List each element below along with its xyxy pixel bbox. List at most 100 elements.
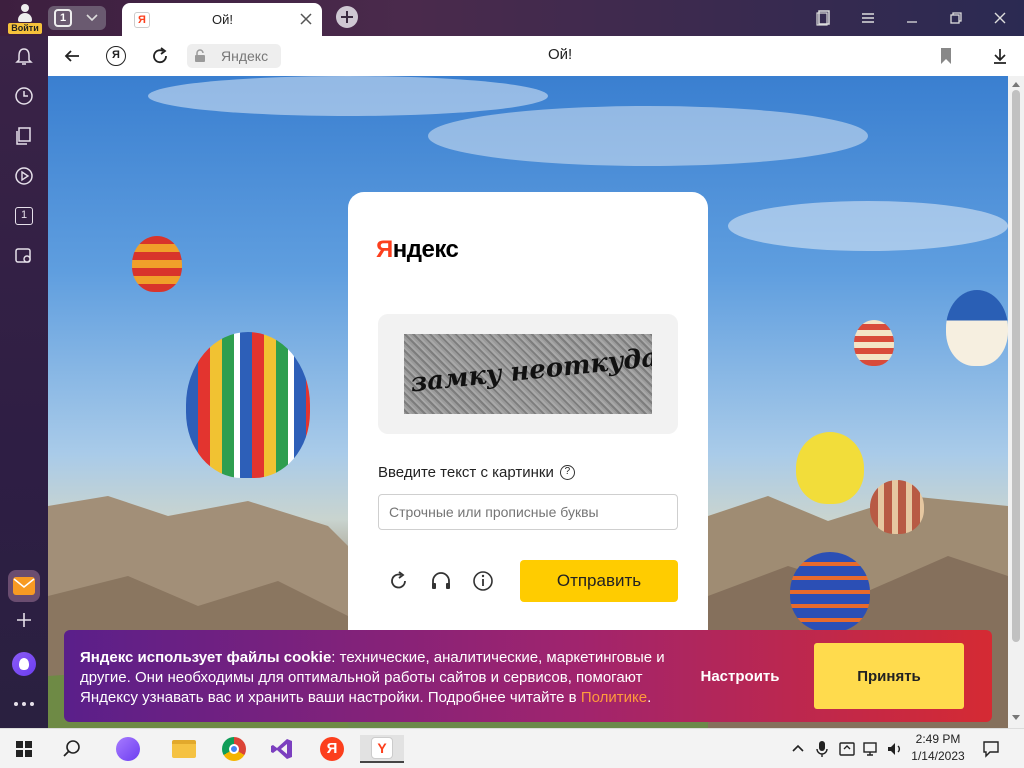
- screen-capture-icon[interactable]: [838, 740, 856, 758]
- balloon-image: [132, 236, 182, 292]
- downloads-button[interactable]: [988, 44, 1012, 68]
- alice-button[interactable]: [8, 648, 40, 680]
- tab-active[interactable]: Я Ой!: [122, 3, 322, 36]
- network-icon[interactable]: [862, 740, 880, 758]
- download-icon: [994, 49, 1006, 64]
- bell-icon: [15, 48, 33, 65]
- cookie-configure-button[interactable]: Настроить: [686, 656, 794, 696]
- plus-icon: [17, 613, 31, 627]
- captcha-input[interactable]: [378, 494, 678, 530]
- collections-button[interactable]: [8, 120, 40, 152]
- profile-label: Войти: [8, 23, 42, 34]
- start-button[interactable]: [10, 735, 38, 763]
- cookie-policy-link[interactable]: Политике: [581, 689, 647, 706]
- tab-count-badge: 1: [54, 9, 72, 27]
- windows-icon: [16, 741, 32, 757]
- captcha-image-box: замку неоткуда: [378, 314, 678, 434]
- minimize-icon[interactable]: [904, 10, 920, 26]
- alice-task-button[interactable]: [114, 735, 142, 763]
- scroll-up-icon[interactable]: [1011, 80, 1021, 88]
- scroll-down-icon[interactable]: [1011, 714, 1021, 722]
- tray-chevron-up-icon[interactable]: [792, 743, 804, 753]
- audio-captcha-button[interactable]: [430, 570, 452, 592]
- notifications-button[interactable]: [8, 41, 40, 73]
- microphone-icon[interactable]: [816, 740, 828, 758]
- address-chip[interactable]: Яндекс: [187, 44, 281, 68]
- close-tab-icon[interactable]: [300, 13, 312, 25]
- sidebar: 1: [0, 36, 48, 728]
- tab-title: Ой!: [212, 12, 233, 27]
- cookie-text-end: .: [647, 689, 652, 706]
- visual-studio-icon: [271, 739, 292, 759]
- captcha-image: замку неоткуда: [404, 334, 652, 414]
- submit-button[interactable]: Отправить: [520, 560, 678, 602]
- arrow-left-icon: [64, 50, 79, 62]
- chevron-down-icon: [86, 14, 98, 22]
- search-button[interactable]: [58, 735, 86, 763]
- screenshot-icon: [15, 248, 31, 263]
- yandex-app-button[interactable]: Я: [318, 735, 346, 763]
- reload-button[interactable]: [148, 44, 172, 68]
- balloon-image: [854, 320, 894, 366]
- mail-button[interactable]: [8, 570, 40, 602]
- page-title: Ой!: [548, 46, 573, 63]
- bookmarks-panel-icon[interactable]: [816, 10, 832, 26]
- cookie-banner: Яндекс использует файлы cookie: техничес…: [64, 630, 992, 722]
- yandex-logo-text: Яндекс: [376, 236, 459, 263]
- add-service-button[interactable]: [8, 604, 40, 636]
- notification-center-icon[interactable]: [982, 740, 1000, 758]
- bookmark-icon: [941, 48, 951, 64]
- address-text: Яндекс: [221, 48, 269, 64]
- more-button[interactable]: [8, 688, 40, 720]
- video-button[interactable]: [8, 160, 40, 192]
- file-explorer-button[interactable]: [170, 735, 198, 763]
- new-tab-button[interactable]: [336, 6, 358, 28]
- refresh-captcha-button[interactable]: [388, 570, 410, 592]
- yandex-browser-button[interactable]: Y: [360, 735, 404, 763]
- alice-icon: [116, 737, 140, 761]
- tab-counter-button[interactable]: 1: [48, 6, 106, 30]
- toolbar: Я Яндекс Ой!: [48, 36, 1024, 76]
- taskbar: Я Y 2:49 PM 1/14/2023: [0, 728, 1024, 768]
- plus-icon: [341, 11, 353, 23]
- search-icon: [63, 740, 80, 757]
- back-button[interactable]: [60, 44, 84, 68]
- folder-icon: [172, 740, 196, 758]
- scroll-thumb[interactable]: [1012, 90, 1020, 642]
- yandex-home-button[interactable]: Я: [104, 44, 128, 68]
- clock-icon: [15, 87, 33, 105]
- scrollbar[interactable]: [1008, 76, 1024, 728]
- clock-date[interactable]: 1/14/2023: [906, 749, 970, 763]
- yandex-ya-icon: Я: [106, 46, 126, 66]
- info-icon: [473, 571, 493, 591]
- menu-icon[interactable]: [860, 10, 876, 26]
- reload-icon: [153, 47, 167, 64]
- chrome-button[interactable]: [220, 735, 248, 763]
- cookie-accept-button[interactable]: Принять: [814, 643, 964, 709]
- counter-button[interactable]: 1: [8, 200, 40, 232]
- info-button[interactable]: [472, 570, 494, 592]
- cookie-text: Яндекс использует файлы cookie: техничес…: [80, 648, 680, 708]
- title-bar: Войти 1 Я Ой!: [0, 0, 1024, 36]
- volume-icon[interactable]: [886, 740, 904, 758]
- play-icon: [15, 167, 33, 185]
- history-button[interactable]: [8, 80, 40, 112]
- captcha-prompt-label: Введите текст с картинки: [378, 464, 554, 481]
- balloon-image: [796, 432, 864, 504]
- profile-button[interactable]: Войти: [8, 2, 42, 34]
- user-icon: [17, 4, 33, 22]
- help-icon[interactable]: ?: [559, 465, 575, 480]
- yandex-app-icon: Я: [320, 737, 344, 761]
- restore-icon[interactable]: [948, 10, 964, 26]
- clock-time[interactable]: 2:49 PM: [906, 732, 970, 746]
- bookmark-button[interactable]: [934, 44, 958, 68]
- screenshot-button[interactable]: [8, 240, 40, 272]
- captcha-prompt: Введите текст с картинки ?: [378, 464, 575, 481]
- captcha-card: Яндекс замку неоткуда Введите текст с ка…: [348, 192, 708, 662]
- yandex-favicon-icon: Я: [134, 12, 150, 28]
- refresh-icon: [391, 571, 406, 589]
- close-window-icon[interactable]: [992, 10, 1008, 26]
- visual-studio-button[interactable]: [268, 735, 296, 763]
- chrome-icon: [222, 737, 246, 761]
- headphones-icon: [432, 572, 450, 589]
